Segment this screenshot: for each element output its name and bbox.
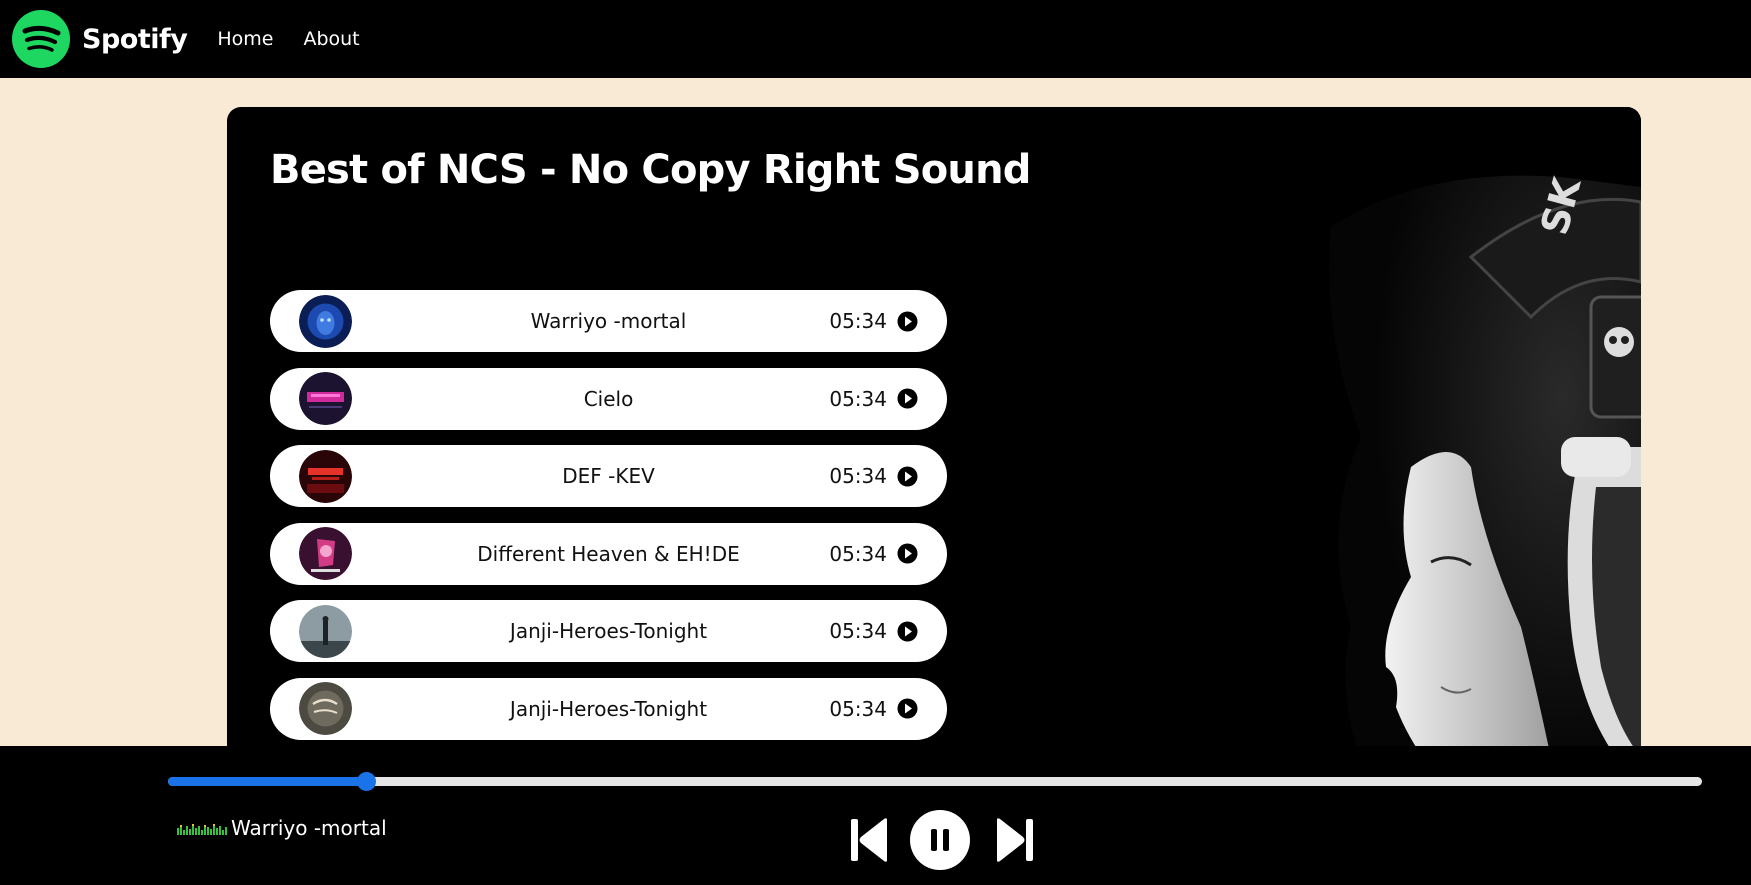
song-cover-image — [299, 604, 352, 658]
song-cover-image — [299, 682, 352, 735]
play-icon[interactable] — [897, 543, 918, 564]
song-duration: 05:34 — [829, 386, 887, 411]
song-cover-image — [299, 372, 352, 425]
previous-icon[interactable] — [849, 816, 891, 864]
song-list: Warriyo -mortal 05:34 Cielo 05:34 DEF -K… — [270, 290, 947, 755]
song-duration: 05:34 — [829, 464, 887, 488]
top-navbar: Spotify Home About — [0, 0, 1751, 78]
song-item[interactable]: DEF -KEV 05:34 — [270, 445, 947, 507]
play-icon[interactable] — [897, 388, 918, 409]
spotify-logo-icon — [12, 10, 70, 68]
play-icon[interactable] — [897, 698, 918, 719]
song-item[interactable]: Warriyo -mortal 05:34 — [270, 290, 947, 352]
play-icon[interactable] — [897, 621, 918, 642]
next-icon[interactable] — [993, 816, 1035, 864]
progress-bar[interactable] — [168, 772, 1702, 791]
pause-icon[interactable] — [909, 809, 971, 871]
nav-link-about[interactable]: About — [303, 28, 359, 50]
player-bar: Warriyo -mortal — [0, 746, 1751, 885]
hero-image: SK — [1001, 107, 1641, 807]
song-cover-image — [299, 294, 352, 348]
play-icon[interactable] — [897, 311, 918, 332]
song-duration: 05:34 — [829, 696, 887, 721]
now-playing: Warriyo -mortal — [177, 816, 387, 840]
progress-thumb[interactable] — [356, 772, 376, 791]
song-item[interactable]: Cielo 05:34 — [270, 367, 947, 430]
brand-name: Spotify — [82, 23, 188, 55]
equalizer-gif-icon — [177, 824, 227, 835]
brand-logo[interactable]: Spotify — [12, 10, 188, 68]
song-cover-image — [299, 449, 352, 503]
nav-link-home[interactable]: Home — [217, 28, 273, 50]
song-cover-image — [299, 527, 352, 580]
song-duration: 05:34 — [829, 541, 887, 566]
song-duration: 05:34 — [829, 619, 887, 643]
now-playing-title: Warriyo -mortal — [231, 816, 387, 840]
song-item[interactable]: Different Heaven & EH!DE 05:34 — [270, 522, 947, 585]
song-item[interactable]: Janji-Heroes-Tonight 05:34 — [270, 677, 947, 740]
song-duration: 05:34 — [829, 309, 887, 333]
progress-fill — [168, 777, 366, 786]
playlist-title: Best of NCS - No Copy Right Sound — [270, 147, 1031, 193]
playlist-container: SK Best of NCS - No Copy Right Sound War… — [227, 107, 1641, 807]
play-icon[interactable] — [897, 466, 918, 487]
player-controls — [849, 809, 1035, 871]
song-item[interactable]: Janji-Heroes-Tonight 05:34 — [270, 600, 947, 662]
